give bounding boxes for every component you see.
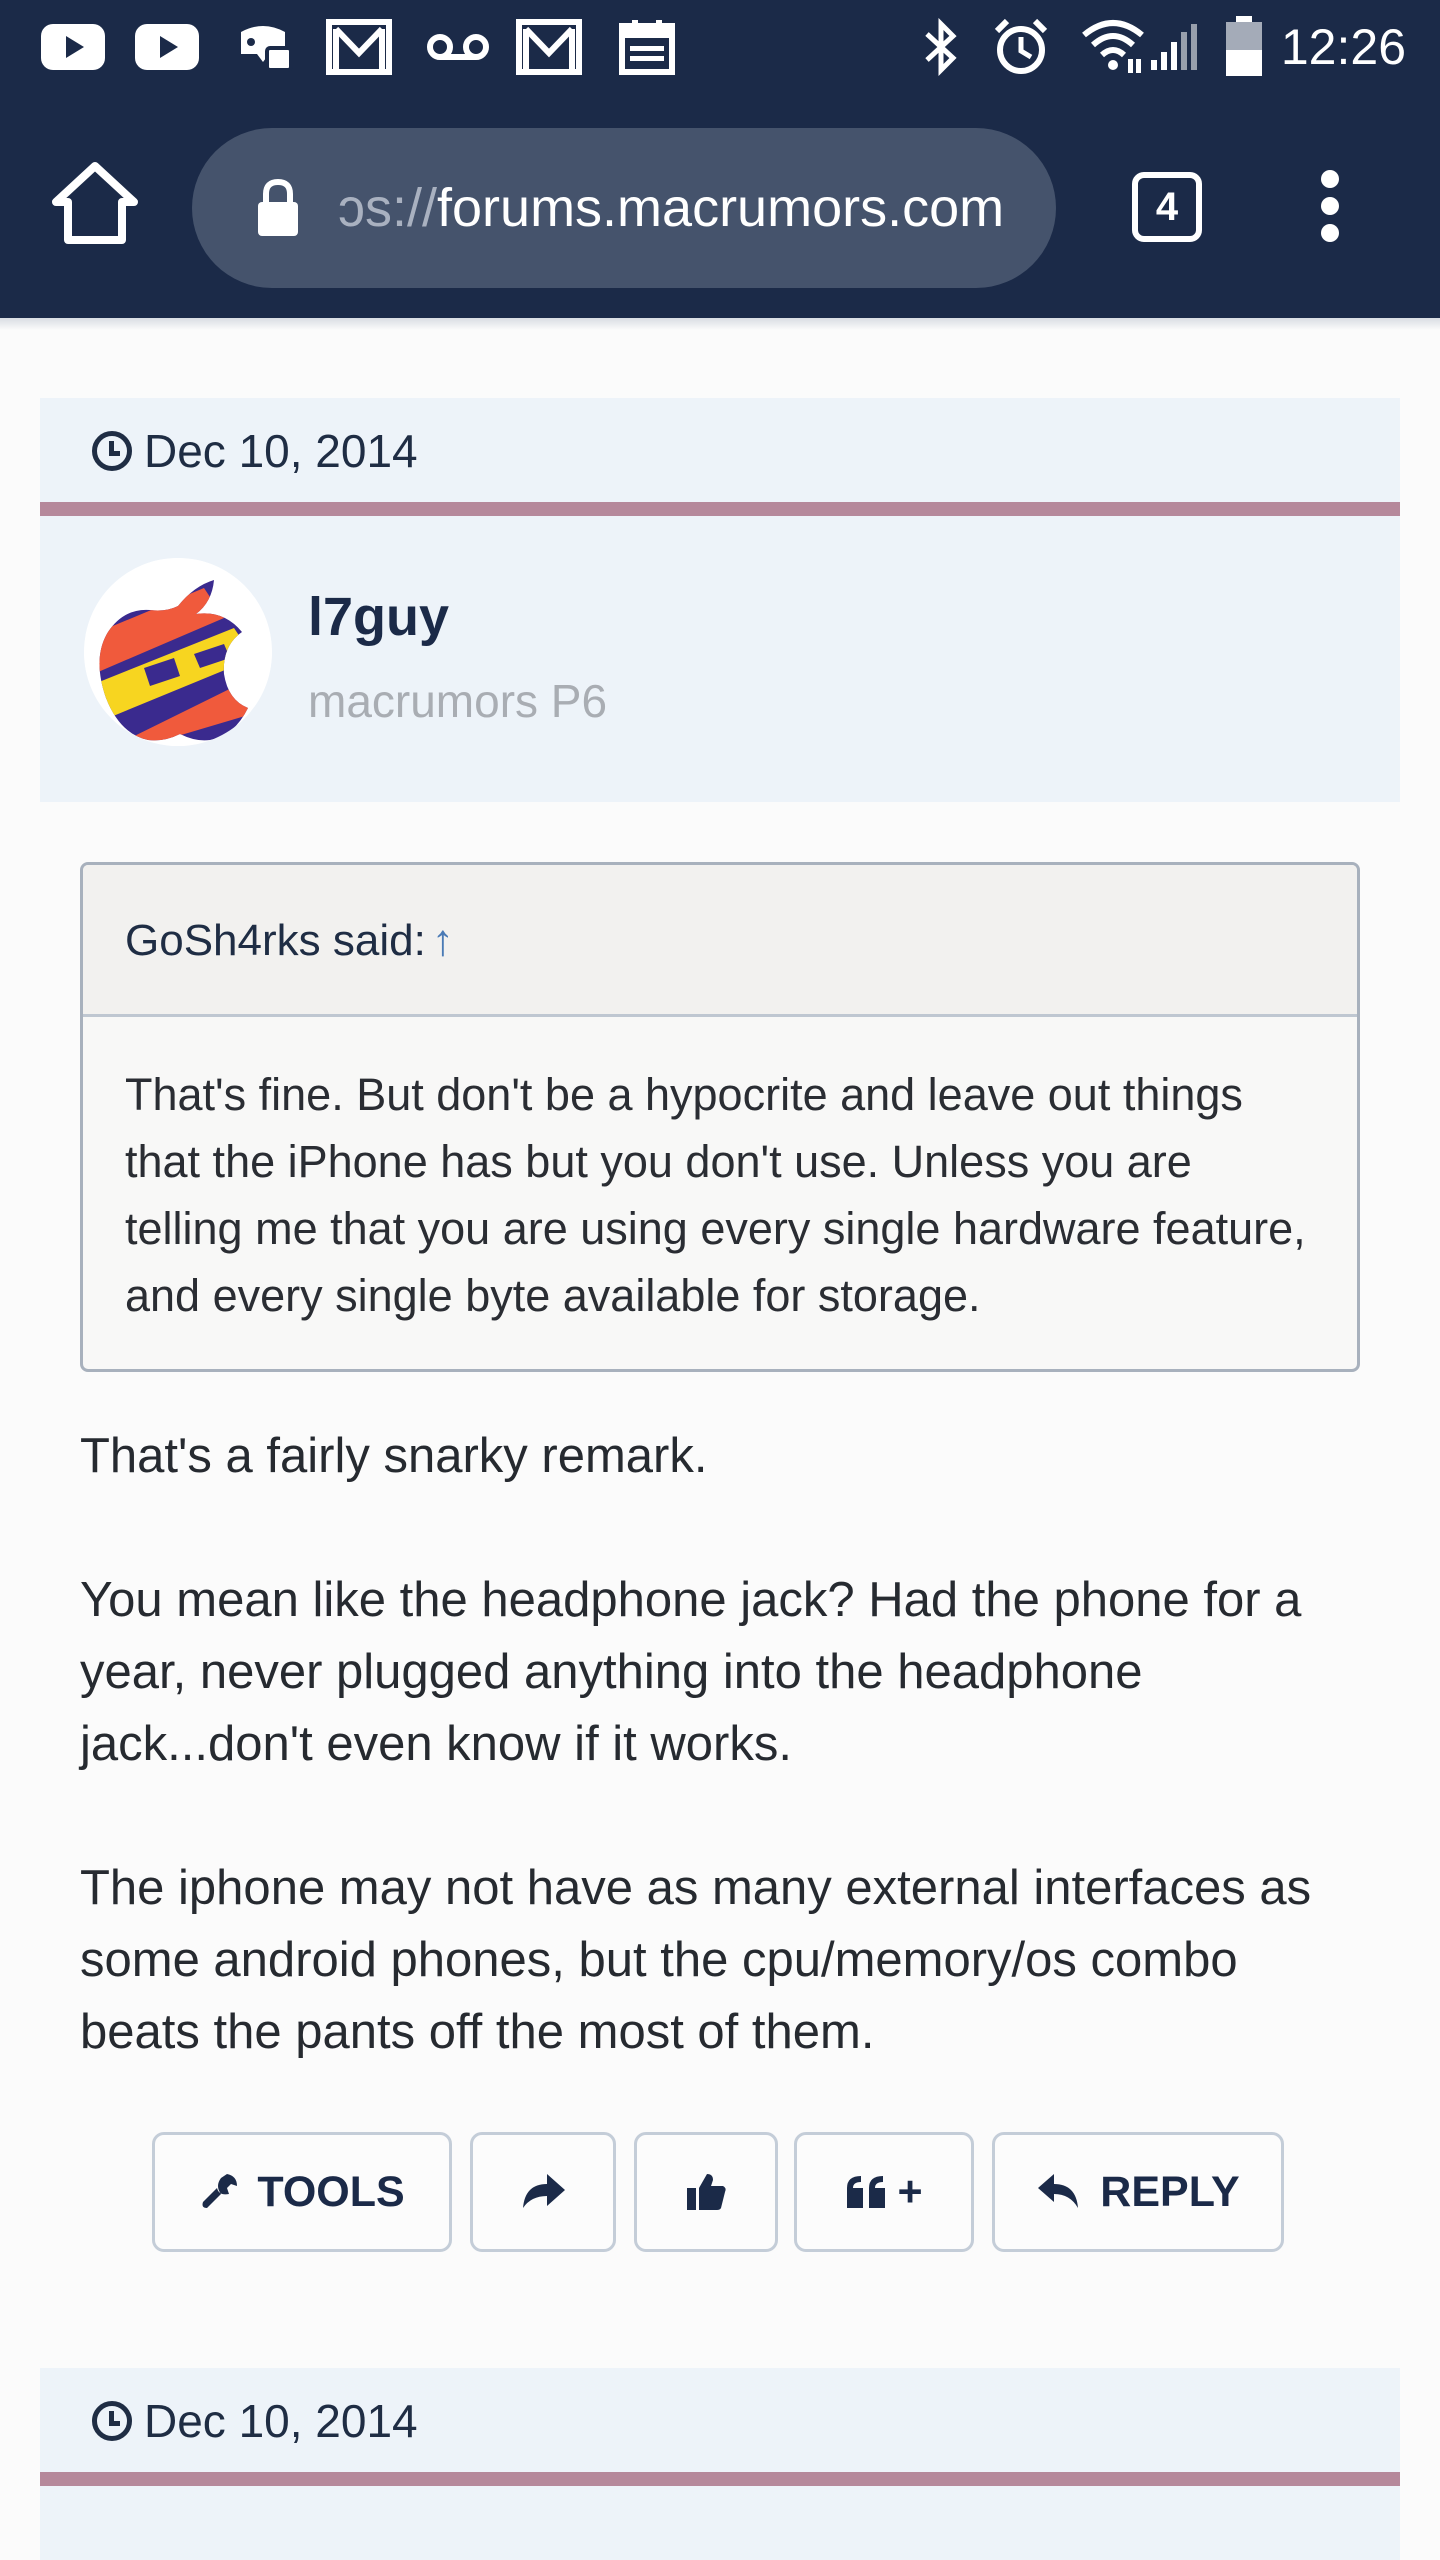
post-paragraph: You mean like the headphone jack? Had th… bbox=[80, 1573, 1302, 1771]
toolbar-shadow bbox=[0, 318, 1440, 330]
alarm-icon bbox=[990, 18, 1052, 76]
post-body: That's a fairly snarky remark. You mean … bbox=[80, 1420, 1360, 2140]
game-controller-icon bbox=[232, 18, 294, 76]
battery-icon bbox=[1222, 16, 1266, 76]
voicemail-icon bbox=[426, 18, 490, 76]
jump-to-quote-link[interactable]: ↑ bbox=[432, 916, 454, 965]
clock-icon bbox=[92, 431, 132, 471]
next-post-author-block bbox=[40, 2486, 1400, 2560]
post-divider bbox=[40, 502, 1400, 516]
post-date-text: Dec 10, 2014 bbox=[144, 425, 418, 477]
post-date[interactable]: Dec 10, 2014 bbox=[92, 2368, 418, 2474]
quote-block: GoSh4rks said: ↑ That's fine. But don't b… bbox=[80, 862, 1360, 1372]
post-paragraph: That's a fairly snarky remark. bbox=[80, 1429, 708, 1483]
post-date-text: Dec 10, 2014 bbox=[144, 2395, 418, 2447]
home-button[interactable] bbox=[50, 158, 140, 248]
avatar[interactable] bbox=[84, 558, 272, 746]
bluetooth-icon bbox=[918, 18, 964, 76]
reply-label: REPLY bbox=[1100, 2167, 1240, 2216]
tools-button[interactable]: TOOLS bbox=[152, 2132, 452, 2252]
url-bar[interactable]: ɔs://forums.macrumors.com bbox=[192, 128, 1056, 288]
quote-icon bbox=[847, 2176, 886, 2208]
tab-switcher-button[interactable]: 4 bbox=[1132, 172, 1202, 242]
clock-icon bbox=[92, 2401, 132, 2441]
calendar-icon bbox=[616, 18, 678, 76]
tools-label: TOOLS bbox=[257, 2167, 405, 2216]
wrench-icon bbox=[202, 2174, 238, 2208]
url-text: ɔs://forums.macrumors.com bbox=[338, 128, 1004, 288]
thumbs-up-icon bbox=[687, 2174, 726, 2210]
url-scheme: ɔs:// bbox=[338, 178, 438, 238]
like-button[interactable] bbox=[634, 2132, 778, 2252]
youtube-icon bbox=[134, 18, 200, 76]
post-author-block: l7guy macrumors P6 bbox=[40, 516, 1400, 802]
signal-icon bbox=[1148, 18, 1200, 76]
reply-icon bbox=[1038, 2174, 1079, 2208]
post-paragraph: The iphone may not have as many external… bbox=[80, 1861, 1312, 2059]
post-divider bbox=[40, 2472, 1400, 2486]
youtube-icon bbox=[40, 18, 106, 76]
post-date-bar: Dec 10, 2014 bbox=[40, 398, 1400, 504]
clock-time: 12:26 bbox=[1280, 19, 1406, 75]
browser-toolbar: ɔs://forums.macrumors.com 4 bbox=[0, 100, 1440, 318]
overflow-menu-button[interactable] bbox=[1310, 170, 1350, 250]
username-link[interactable]: l7guy bbox=[308, 586, 449, 648]
quote-text: That's fine. But don't be a hypocrite an… bbox=[125, 1069, 1306, 1321]
quote-attribution: GoSh4rks said: ↑ bbox=[83, 865, 1357, 1017]
quote-author: GoSh4rks said: bbox=[125, 916, 426, 965]
multiquote-label: + bbox=[897, 2167, 923, 2216]
next-post-date-bar: Dec 10, 2014 bbox=[40, 2368, 1400, 2474]
wifi-icon bbox=[1080, 18, 1146, 76]
multiquote-button[interactable]: + bbox=[794, 2132, 974, 2252]
home-icon bbox=[52, 162, 138, 244]
status-bar: 12:26 bbox=[0, 0, 1440, 100]
gmail-icon bbox=[516, 18, 582, 76]
post-date[interactable]: Dec 10, 2014 bbox=[92, 398, 418, 504]
lock-icon bbox=[256, 178, 300, 238]
share-arrow-icon bbox=[523, 2174, 565, 2208]
gmail-icon bbox=[326, 18, 392, 76]
user-title: macrumors P6 bbox=[308, 675, 608, 727]
share-button[interactable] bbox=[470, 2132, 616, 2252]
url-host: forums.macrumors.com bbox=[437, 178, 1005, 238]
reply-button[interactable]: REPLY bbox=[992, 2132, 1284, 2252]
